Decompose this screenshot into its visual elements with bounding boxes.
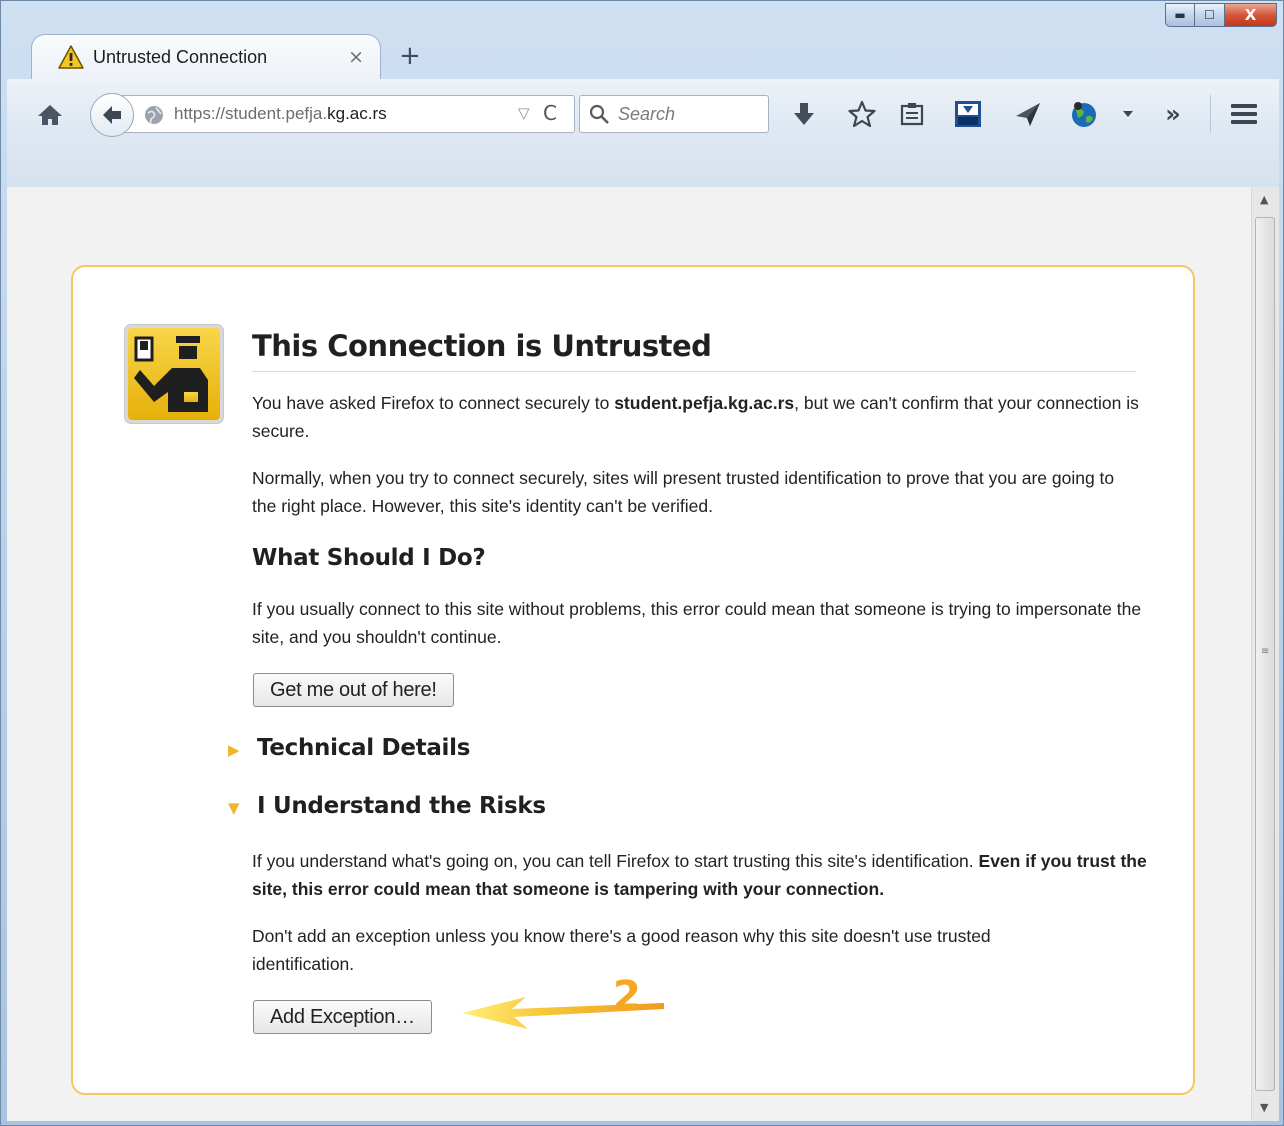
url-domain: kg.ac.rs [327,104,387,123]
reading-list-icon[interactable] [897,99,927,129]
new-tab-button[interactable]: + [399,41,421,71]
understand-risks-heading[interactable]: I Understand the Risks [257,793,546,819]
risks-paragraph: If you understand what's going on, you c… [252,847,1152,903]
menu-icon[interactable] [1229,99,1259,129]
home-icon[interactable] [37,103,63,127]
intro-text-before: You have asked Firefox to connect secure… [252,393,615,413]
scroll-down-arrow-icon[interactable]: ▼ [1260,1101,1268,1114]
fvd-downloader-icon[interactable] [953,99,983,129]
reload-icon[interactable]: C [543,101,557,125]
bookmark-star-icon[interactable] [847,99,877,129]
risks-text-plain: If you understand what's going on, you c… [252,851,979,871]
vertical-scrollbar[interactable]: ▲ ≡ ▼ [1251,187,1279,1121]
annotation-number: 2 [613,973,641,1019]
page-title: This Connection is Untrusted [252,329,1136,372]
minimize-button[interactable]: ▬ [1165,3,1195,27]
maximize-button[interactable]: ☐ [1195,3,1225,27]
search-bar[interactable]: Search [579,95,769,133]
tab-untrusted-connection[interactable]: Untrusted Connection × [31,34,381,80]
url-text: https://student.pefja.kg.ac.rs [174,104,387,124]
overflow-icon[interactable]: » [1158,99,1188,129]
intro-paragraph: You have asked Firefox to connect secure… [252,389,1142,445]
intro-site: student.pefja.kg.ac.rs [614,393,795,413]
scroll-up-arrow-icon[interactable]: ▲ [1260,193,1268,206]
browser-window: ▬ ☐ X Untrusted Connection × + https://s… [0,0,1284,1126]
certificate-error-icon [125,325,223,423]
page-content: This Connection is Untrusted You have as… [7,187,1251,1121]
warning-icon [58,45,84,69]
technical-details-heading[interactable]: Technical Details [257,735,470,761]
navigation-toolbar: https://student.pefja.kg.ac.rs ▽ C Searc… [7,79,1279,188]
url-prefix: https://student.pefja. [174,104,328,123]
back-arrow-icon [103,106,121,124]
dropdown-icon[interactable] [1113,99,1143,129]
download-icon[interactable] [789,99,819,129]
url-dropdown-icon[interactable]: ▽ [518,104,530,122]
normally-paragraph: Normally, when you try to connect secure… [252,468,1115,516]
back-button[interactable] [90,93,134,137]
close-window-button[interactable]: X [1225,3,1277,27]
get-me-out-button[interactable]: Get me out of here! [253,673,454,707]
window-controls: ▬ ☐ X [1165,3,1277,27]
url-bar[interactable]: https://student.pefja.kg.ac.rs ▽ C [117,95,575,133]
error-box: This Connection is Untrusted You have as… [71,265,1195,1095]
scrollbar-thumb[interactable]: ≡ [1255,217,1275,1091]
what-should-i-do-text: If you usually connect to this site with… [252,599,1142,647]
addon-globe-icon[interactable] [1069,99,1099,129]
risks-toggle-icon[interactable]: ▼ [228,799,240,817]
search-icon [589,104,609,124]
what-should-i-do-heading: What Should I Do? [252,545,486,571]
technical-details-toggle-icon[interactable]: ▶ [228,741,240,759]
exception-paragraph: Don't add an exception unless you know t… [252,926,991,974]
toolbar-separator [1210,95,1211,133]
globe-icon [145,106,163,124]
tab-close-icon[interactable]: × [348,46,364,68]
search-placeholder: Search [618,104,676,124]
tab-title: Untrusted Connection [93,47,268,67]
send-icon[interactable] [1013,99,1043,129]
scrollbar-grip-icon: ≡ [1261,646,1270,657]
